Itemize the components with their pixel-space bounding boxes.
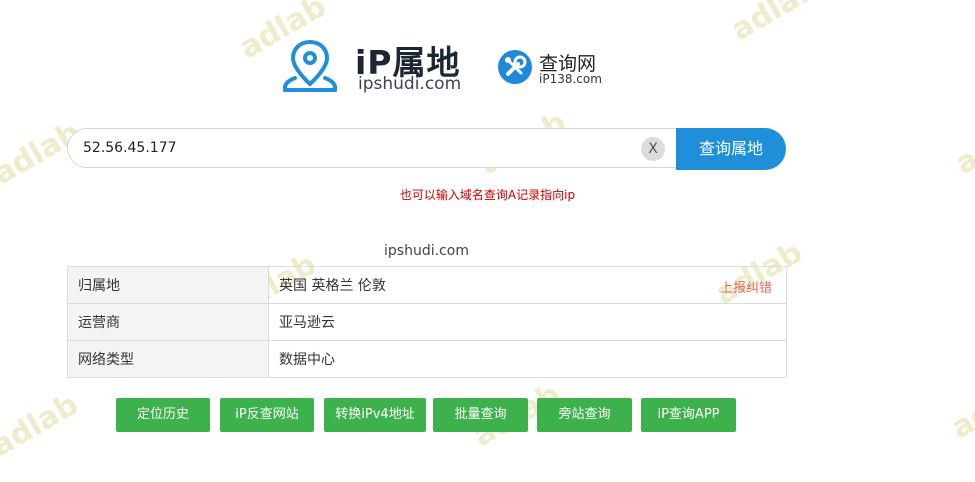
search-bar: X 查询属地: [67, 128, 786, 170]
watermark: adlab: [945, 368, 975, 447]
convert-ipv4-button[interactable]: 转换iPv4地址: [324, 398, 426, 432]
search-hint: 也可以输入域名查询A记录指向ip: [399, 188, 576, 202]
watermark: adlab: [725, 0, 825, 49]
watermark: adlab: [949, 104, 975, 183]
watermark: adlab: [0, 386, 85, 465]
clear-input-button[interactable]: X: [641, 137, 665, 161]
ip-search-input[interactable]: [67, 128, 677, 168]
row-value: 数据中心: [268, 340, 787, 378]
result-table: 归属地 英国 英格兰 伦敦 上报纠错 运营商 亚马逊云 网络类型 数据中心: [67, 266, 787, 378]
reverse-ip-button[interactable]: iP反查网站: [220, 398, 314, 432]
location-pin-icon: [282, 39, 338, 92]
row-value: 亚马逊云: [268, 303, 787, 341]
tools-icon: [498, 50, 532, 84]
table-row: 运营商 亚马逊云: [67, 303, 787, 341]
batch-query-button[interactable]: 批量查询: [433, 398, 528, 432]
location-history-button[interactable]: 定位历史: [116, 398, 210, 432]
result-domain: ipshudi.com: [384, 243, 469, 259]
table-row: 网络类型 数据中心: [67, 340, 787, 378]
sibling-site-button[interactable]: 旁站查询: [537, 398, 632, 432]
logo-subtitle: ipshudi.com: [358, 74, 462, 94]
table-row: 归属地 英国 英格兰 伦敦 上报纠错: [67, 266, 787, 304]
row-key: 运营商: [67, 303, 269, 341]
query-button[interactable]: 查询属地: [676, 128, 786, 170]
row-key: 归属地: [67, 266, 269, 304]
row-key: 网络类型: [67, 340, 269, 378]
row-value-cell: 英国 英格兰 伦敦 上报纠错: [268, 266, 787, 304]
partner-subtitle: iP138.com: [539, 72, 602, 86]
row-value: 英国 英格兰 伦敦: [279, 278, 386, 294]
ip-app-button[interactable]: iP查询APP: [641, 398, 736, 432]
report-error-link[interactable]: 上报纠错: [720, 277, 772, 296]
